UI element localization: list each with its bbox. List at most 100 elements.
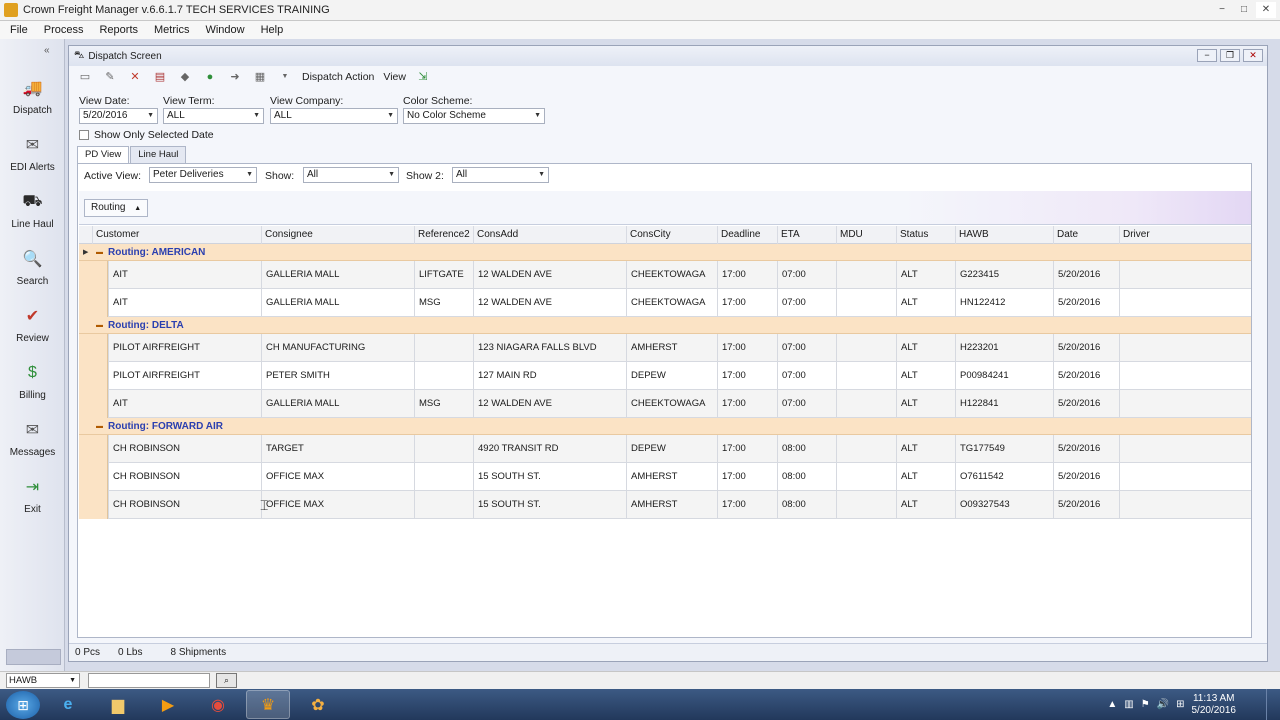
view-company-select[interactable]: ALL ▼ xyxy=(270,108,398,124)
cell-mdu[interactable] xyxy=(836,261,896,289)
cell-customer[interactable]: CH ROBINSON xyxy=(108,463,261,491)
cell-conscity[interactable]: CHEEKTOWAGA xyxy=(626,289,717,317)
menu-metrics[interactable]: Metrics xyxy=(154,24,189,36)
cell-hawb[interactable]: P00984241 xyxy=(955,362,1053,390)
search-input[interactable] xyxy=(88,673,210,688)
cell-deadline[interactable]: 17:00 xyxy=(717,491,777,519)
sidebar-item-dispatch[interactable]: 🚚 Dispatch xyxy=(0,75,65,116)
sidebar-item-search[interactable]: 🔍 Search xyxy=(0,246,65,287)
cell-reference2[interactable] xyxy=(414,362,473,390)
cell-date[interactable]: 5/20/2016 xyxy=(1053,334,1119,362)
cell-reference2[interactable] xyxy=(414,435,473,463)
show-select[interactable]: All ▼ xyxy=(303,167,399,183)
edit-document-icon[interactable]: ✎ xyxy=(102,70,118,84)
cell-consadd[interactable]: 4920 TRANSIT RD xyxy=(473,435,626,463)
network-icon[interactable]: ▥ xyxy=(1124,699,1133,710)
cell-reference2[interactable] xyxy=(414,334,473,362)
column-header-hawb[interactable]: HAWB xyxy=(955,226,1053,244)
cell-status[interactable]: ALT xyxy=(896,491,955,519)
cell-customer[interactable]: PILOT AIRFREIGHT xyxy=(108,362,261,390)
cell-hawb[interactable]: O7611542 xyxy=(955,463,1053,491)
cell-conscity[interactable]: DEPEW xyxy=(626,435,717,463)
cell-conscity[interactable]: CHEEKTOWAGA xyxy=(626,390,717,418)
taskbar-file-explorer[interactable]: ▆ xyxy=(96,690,140,719)
column-header-driver[interactable]: Driver xyxy=(1119,226,1179,244)
cell-customer[interactable]: CH ROBINSON xyxy=(108,491,261,519)
show-desktop-button[interactable] xyxy=(1266,689,1280,720)
cell-consadd[interactable]: 127 MAIN RD xyxy=(473,362,626,390)
cell-customer[interactable]: CH ROBINSON xyxy=(108,435,261,463)
cell-date[interactable]: 5/20/2016 xyxy=(1053,362,1119,390)
cell-hawb[interactable]: HN122412 xyxy=(955,289,1053,317)
routing-group-chip[interactable]: Routing ▲ xyxy=(84,199,149,217)
print-icon[interactable]: ▦ xyxy=(252,70,268,84)
cell-eta[interactable]: 08:00 xyxy=(777,491,836,519)
cell-deadline[interactable]: 17:00 xyxy=(717,463,777,491)
cell-consadd[interactable]: 12 WALDEN AVE xyxy=(473,289,626,317)
cell-reference2[interactable]: MSG xyxy=(414,390,473,418)
color-scheme-select[interactable]: No Color Scheme ▼ xyxy=(403,108,545,124)
cell-mdu[interactable] xyxy=(836,289,896,317)
column-header-consignee[interactable]: Consignee xyxy=(261,226,414,244)
group-row[interactable]: ▬ Routing: FORWARD AIR xyxy=(79,418,1251,435)
active-view-select[interactable]: Peter Deliveries ▼ xyxy=(149,167,257,183)
cell-driver[interactable] xyxy=(1119,463,1179,491)
cell-driver[interactable] xyxy=(1119,334,1179,362)
sidebar-item-messages[interactable]: ✉ Messages xyxy=(0,417,65,458)
cell-driver[interactable] xyxy=(1119,491,1179,519)
cell-eta[interactable]: 08:00 xyxy=(777,435,836,463)
cell-consignee[interactable]: PETER SMITH xyxy=(261,362,414,390)
cell-status[interactable]: ALT xyxy=(896,463,955,491)
cell-date[interactable]: 5/20/2016 xyxy=(1053,289,1119,317)
cell-status[interactable]: ALT xyxy=(896,390,955,418)
taskbar-app-flower[interactable]: ✿ xyxy=(296,690,340,719)
cell-consadd[interactable]: 15 SOUTH ST. xyxy=(473,463,626,491)
cell-conscity[interactable]: AMHERST xyxy=(626,491,717,519)
table-row[interactable]: CH ROBINSON OFFICE MAX 15 SOUTH ST. AMHERST… xyxy=(79,463,1251,491)
cell-date[interactable]: 5/20/2016 xyxy=(1053,390,1119,418)
cell-reference2[interactable]: LIFTGATE xyxy=(414,261,473,289)
column-header-reference2[interactable]: Reference2 xyxy=(414,226,473,244)
cell-reference2[interactable] xyxy=(414,463,473,491)
cell-customer[interactable]: AIT xyxy=(108,390,261,418)
cell-deadline[interactable]: 17:00 xyxy=(717,362,777,390)
column-header-deadline[interactable]: Deadline xyxy=(717,226,777,244)
export-icon[interactable]: ⇲ xyxy=(415,70,431,84)
cell-status[interactable]: ALT xyxy=(896,435,955,463)
view-menu[interactable]: View xyxy=(383,71,406,83)
table-row[interactable]: PILOT AIRFREIGHT PETER SMITH 127 MAIN RD DE… xyxy=(79,362,1251,390)
action-center-icon[interactable]: ⚑ xyxy=(1141,699,1150,710)
sidebar-item-line-haul[interactable]: ⛟ Line Haul xyxy=(0,189,65,230)
child-minimize-button[interactable]: − xyxy=(1197,49,1217,62)
table-row[interactable]: AIT GALLERIA MALL MSG 12 WALDEN AVE CHEEKTOW… xyxy=(79,289,1251,317)
cell-status[interactable]: ALT xyxy=(896,362,955,390)
cell-mdu[interactable] xyxy=(836,435,896,463)
cell-mdu[interactable] xyxy=(836,390,896,418)
view-date-picker[interactable]: 5/20/2016 ▼ xyxy=(79,108,158,124)
column-header-eta[interactable]: ETA xyxy=(777,226,836,244)
collapse-group-icon[interactable]: ▬ xyxy=(96,244,103,261)
sidebar-collapse-button[interactable]: « xyxy=(44,45,50,56)
taskbar-chrome[interactable]: ◉ xyxy=(196,690,240,719)
cell-consignee[interactable]: OFFICE MAX xyxy=(261,491,414,519)
cell-consignee[interactable]: TARGET xyxy=(261,435,414,463)
volume-icon[interactable]: 🔊 xyxy=(1157,699,1169,710)
cell-driver[interactable] xyxy=(1119,362,1179,390)
column-header-conscity[interactable]: ConsCity xyxy=(626,226,717,244)
cell-status[interactable]: ALT xyxy=(896,261,955,289)
info-icon[interactable]: ● xyxy=(202,70,218,84)
show-only-selected-date-checkbox[interactable]: Show Only Selected Date xyxy=(79,129,214,141)
table-row[interactable]: AIT GALLERIA MALL LIFTGATE 12 WALDEN AVE CHE… xyxy=(79,261,1251,289)
cell-eta[interactable]: 07:00 xyxy=(777,390,836,418)
new-document-icon[interactable]: ▭ xyxy=(77,70,93,84)
show2-select[interactable]: All ▼ xyxy=(452,167,549,183)
cell-consadd[interactable]: 12 WALDEN AVE xyxy=(473,261,626,289)
cell-driver[interactable] xyxy=(1119,261,1179,289)
cell-hawb[interactable]: TG177549 xyxy=(955,435,1053,463)
cell-mdu[interactable] xyxy=(836,491,896,519)
cell-consignee[interactable]: GALLERIA MALL xyxy=(261,289,414,317)
menu-help[interactable]: Help xyxy=(261,24,284,36)
cell-eta[interactable]: 07:00 xyxy=(777,334,836,362)
collapse-group-icon[interactable]: ▬ xyxy=(96,418,103,435)
table-row[interactable]: AIT GALLERIA MALL MSG 12 WALDEN AVE CHEEKTOW… xyxy=(79,390,1251,418)
